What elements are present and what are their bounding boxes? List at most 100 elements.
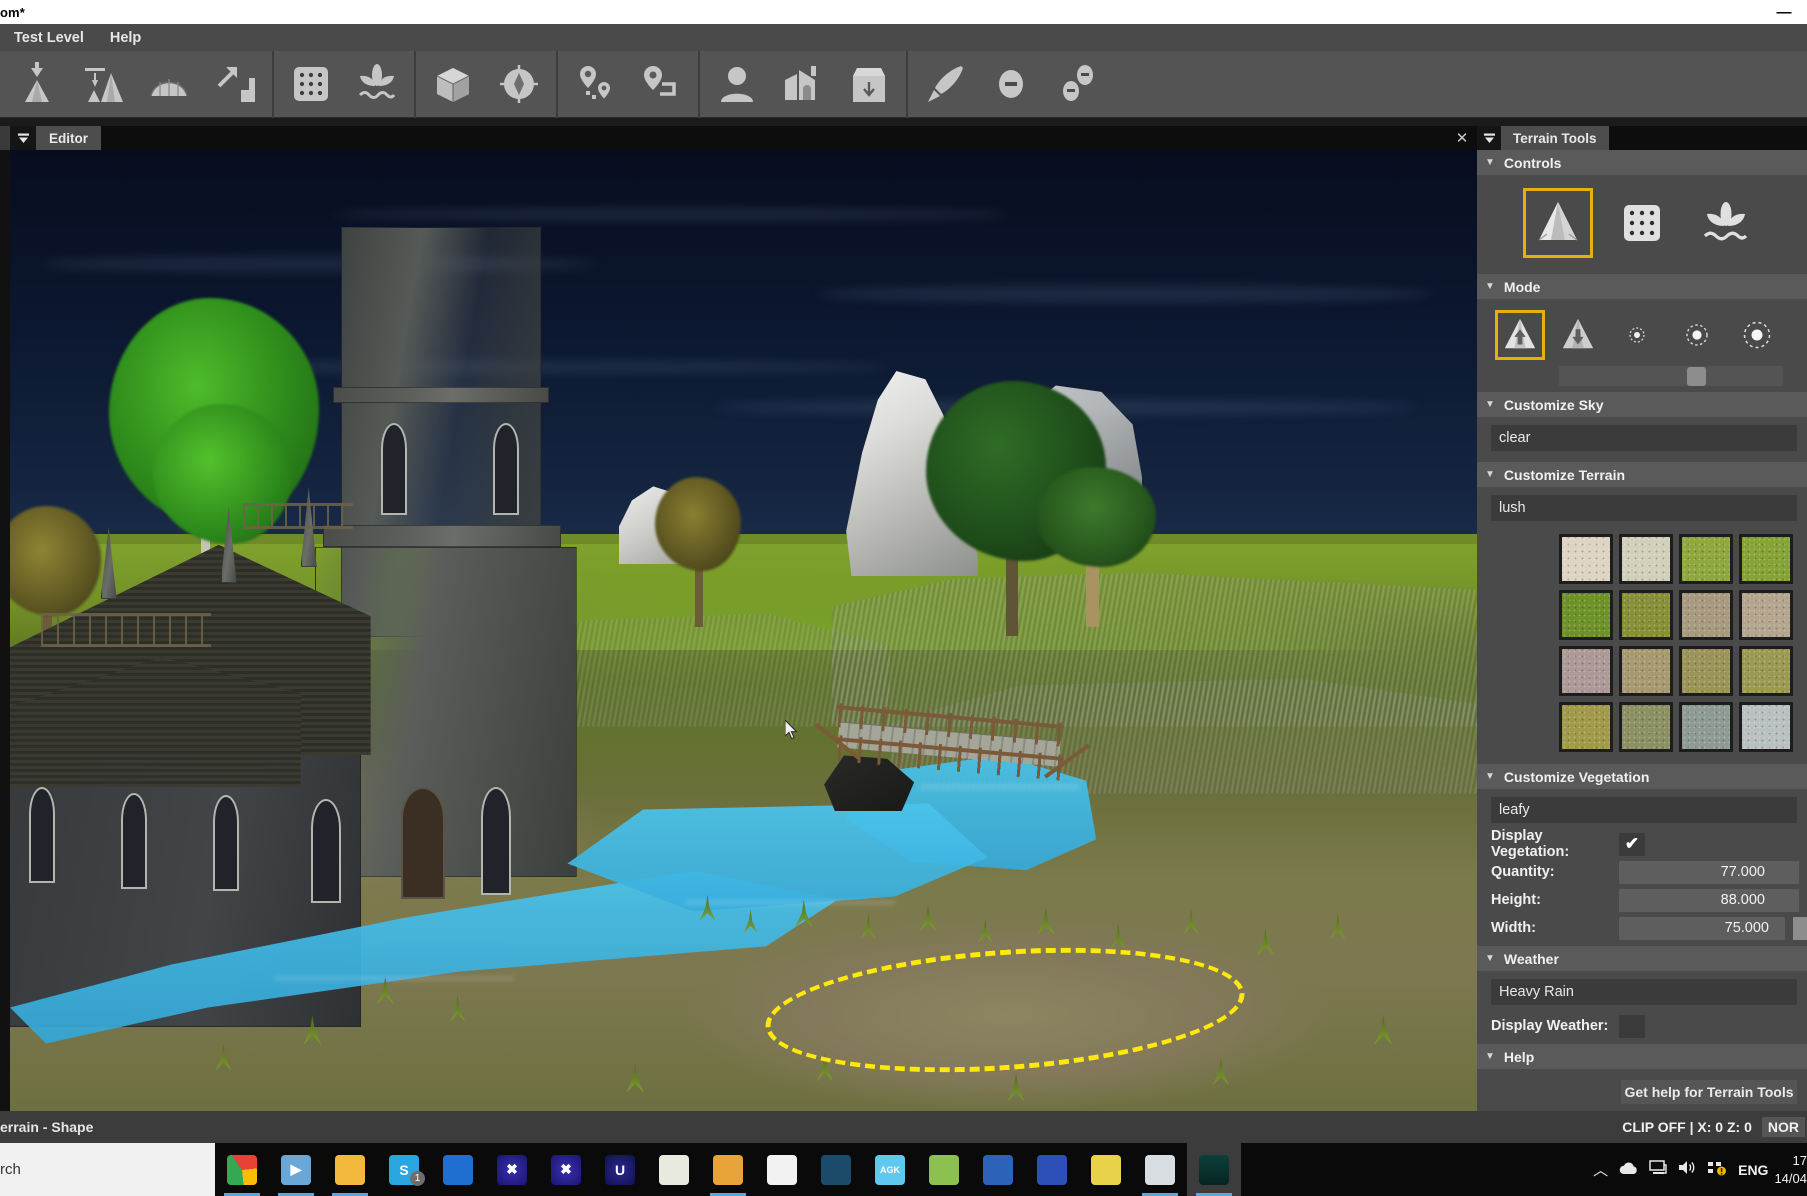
taskbar-editor-blue[interactable]	[971, 1143, 1025, 1196]
minimize-button[interactable]: —	[1771, 4, 1797, 21]
brush-size-slider[interactable]	[1559, 366, 1783, 386]
character-icon[interactable]	[704, 53, 770, 115]
taskbar-save[interactable]	[1025, 1143, 1079, 1196]
taskbar-app-x1[interactable]: ✖	[485, 1143, 539, 1196]
panel-menu-icon[interactable]	[10, 126, 36, 150]
taskbar-game-guru[interactable]	[1187, 1143, 1241, 1196]
menu-help[interactable]: Help	[98, 27, 153, 49]
single-marker-icon[interactable]	[978, 53, 1044, 115]
texture-paint-icon[interactable]	[278, 53, 344, 115]
width-spinner[interactable]	[1793, 916, 1807, 940]
display-weather-checkbox[interactable]	[1619, 1014, 1645, 1038]
sky-preset-field[interactable]: clear	[1491, 425, 1797, 451]
rocket-launch-icon[interactable]	[912, 53, 978, 115]
multi-marker-icon[interactable]	[1044, 53, 1110, 115]
height-field[interactable]: 88.000	[1619, 888, 1799, 912]
taskbar-printer[interactable]	[1133, 1143, 1187, 1196]
taskbar-notepad-icon	[659, 1154, 689, 1185]
taskbar-android-studio[interactable]	[917, 1143, 971, 1196]
tab-terrain-tools[interactable]: Terrain Tools	[1501, 126, 1609, 150]
close-icon[interactable]: ✕	[1447, 126, 1477, 150]
terrain-texture-swatch[interactable]	[1559, 702, 1613, 752]
section-header-sky[interactable]: ▼ Customize Sky	[1477, 392, 1807, 417]
terrain-texture-swatch[interactable]	[1679, 534, 1733, 584]
terrain-texture-swatch[interactable]	[1739, 590, 1793, 640]
cube-object-icon[interactable]	[420, 53, 486, 115]
chevron-up-icon[interactable]: ︿	[1593, 1159, 1608, 1180]
terrain-raise-icon[interactable]	[70, 53, 136, 115]
taskbar-chrome[interactable]	[215, 1143, 269, 1196]
waypoint-path-icon[interactable]	[628, 53, 694, 115]
terrain-texture-swatch[interactable]	[1619, 534, 1673, 584]
building-icon[interactable]	[770, 53, 836, 115]
taskbar-uplay[interactable]: U	[593, 1143, 647, 1196]
section-header-controls[interactable]: ▼ Controls	[1477, 150, 1807, 175]
wooden-bridge	[814, 702, 1090, 813]
terrain-texture-swatch[interactable]	[1739, 534, 1793, 584]
taskbar-agk-studio[interactable]: AGK	[863, 1143, 917, 1196]
tool-shape-button[interactable]	[1523, 188, 1593, 258]
sync-icon[interactable]	[1707, 1160, 1727, 1180]
terrain-texture-swatch[interactable]	[1559, 534, 1613, 584]
taskbar-yellow-app[interactable]	[1079, 1143, 1133, 1196]
tab-editor[interactable]: Editor	[36, 126, 101, 150]
terrain-texture-swatch[interactable]	[1739, 646, 1793, 696]
terrain-preset-field[interactable]: lush	[1491, 495, 1797, 521]
tool-paint-button[interactable]	[1607, 188, 1677, 258]
menu-test-level[interactable]: Test Level	[2, 27, 96, 49]
terrain-ramp-icon[interactable]	[202, 53, 268, 115]
terrain-texture-swatch[interactable]	[1679, 590, 1733, 640]
vegetation-preset-field[interactable]: leafy	[1491, 797, 1797, 823]
section-header-vegetation[interactable]: ▼ Customize Vegetation	[1477, 764, 1807, 789]
taskbar-recorder[interactable]	[755, 1143, 809, 1196]
terrain-smooth-icon[interactable]	[136, 53, 202, 115]
section-title-terrain: Customize Terrain	[1503, 466, 1626, 483]
mode-raise-button[interactable]	[1495, 310, 1545, 360]
section-header-terrain[interactable]: ▼ Customize Terrain	[1477, 462, 1807, 487]
section-header-help[interactable]: ▼ Help	[1477, 1044, 1807, 1069]
terrain-texture-swatch[interactable]	[1559, 646, 1613, 696]
network-icon[interactable]	[1649, 1160, 1667, 1179]
cloud-icon[interactable]	[1619, 1161, 1638, 1179]
get-help-button[interactable]: Get help for Terrain Tools	[1621, 1080, 1797, 1104]
waypoint-pair-icon[interactable]	[562, 53, 628, 115]
crate-import-icon[interactable]	[836, 53, 902, 115]
terrain-texture-swatch[interactable]	[1619, 590, 1673, 640]
weather-preset-field[interactable]: Heavy Rain	[1491, 979, 1797, 1005]
terrain-texture-swatch[interactable]	[1619, 646, 1673, 696]
taskbar-skype[interactable]: S1	[377, 1143, 431, 1196]
taskbar-file-explorer[interactable]	[323, 1143, 377, 1196]
3d-viewport[interactable]	[10, 150, 1477, 1111]
taskbar-steam[interactable]	[809, 1143, 863, 1196]
vegetation-icon[interactable]	[344, 53, 410, 115]
taskbar-notepad[interactable]	[647, 1143, 701, 1196]
clock[interactable]: 17 14/04	[1774, 1152, 1807, 1187]
volume-icon[interactable]	[1678, 1160, 1696, 1179]
terrain-lower-icon[interactable]	[4, 53, 70, 115]
terrain-texture-swatch[interactable]	[1739, 702, 1793, 752]
terrain-texture-swatch[interactable]	[1679, 646, 1733, 696]
tool-vegetation-button[interactable]	[1691, 188, 1761, 258]
language-indicator[interactable]: ENG	[1738, 1162, 1768, 1178]
slider-thumb[interactable]	[1687, 367, 1706, 386]
quantity-field[interactable]: 77.000	[1619, 860, 1799, 884]
terrain-texture-swatch[interactable]	[1619, 702, 1673, 752]
taskbar-media-player[interactable]: ▶	[269, 1143, 323, 1196]
taskbar-maps[interactable]	[431, 1143, 485, 1196]
section-title-sky: Customize Sky	[1503, 396, 1604, 413]
taskbar-app-x2[interactable]: ✖	[539, 1143, 593, 1196]
compass-icon[interactable]	[486, 53, 552, 115]
brush-size-small-button[interactable]	[1611, 324, 1663, 346]
section-header-weather[interactable]: ▼ Weather	[1477, 946, 1807, 971]
terrain-texture-swatch[interactable]	[1559, 590, 1613, 640]
mode-lower-button[interactable]	[1553, 310, 1603, 360]
display-vegetation-checkbox[interactable]: ✔	[1619, 832, 1645, 856]
section-header-mode[interactable]: ▼ Mode	[1477, 274, 1807, 299]
brush-size-medium-button[interactable]	[1671, 321, 1723, 349]
width-field[interactable]: 75.000	[1619, 916, 1785, 940]
search-input[interactable]: rch	[0, 1143, 215, 1196]
terrain-texture-swatch[interactable]	[1679, 702, 1733, 752]
panel-menu-icon[interactable]	[1477, 126, 1501, 150]
taskbar-paint[interactable]	[701, 1143, 755, 1196]
brush-size-large-button[interactable]	[1731, 319, 1783, 351]
